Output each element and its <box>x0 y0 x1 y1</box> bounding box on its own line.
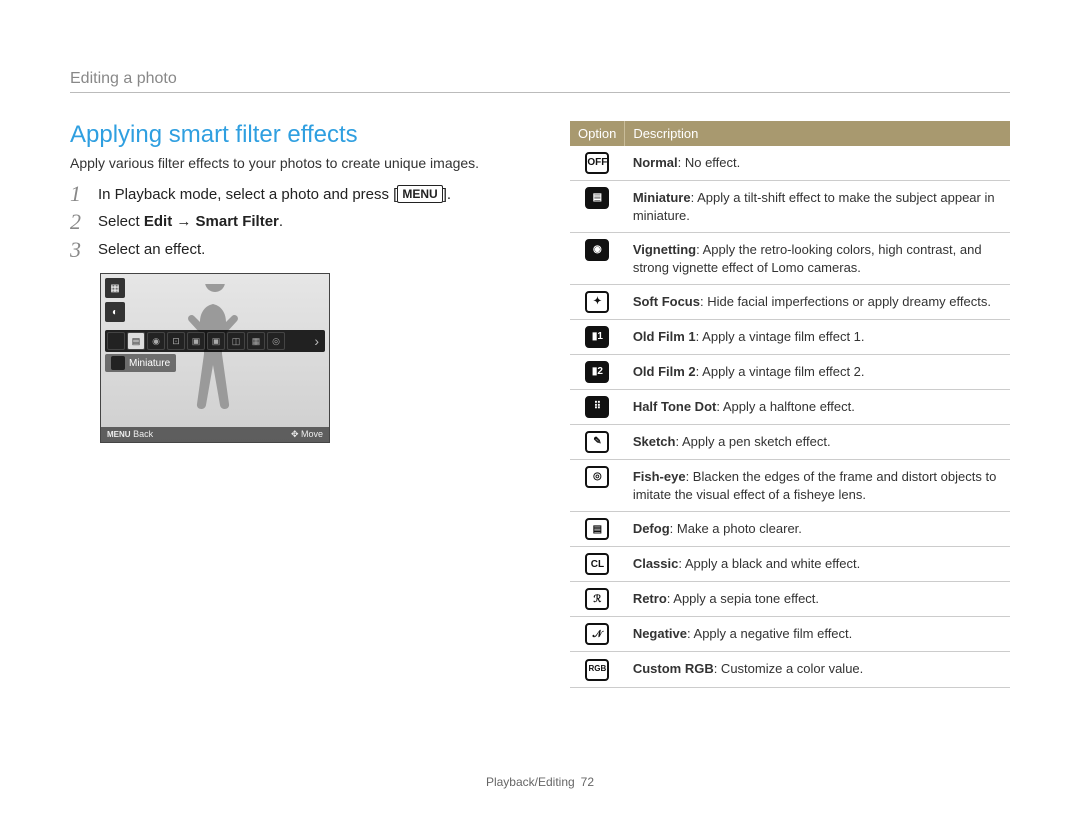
th-option: Option <box>570 121 625 146</box>
negative-icon: 𝒩 <box>585 623 609 645</box>
table-row: ✎ Sketch: Apply a pen sketch effect. <box>570 425 1010 460</box>
th-description: Description <box>625 121 1010 146</box>
step-2-text: Select Edit → Smart Filter. <box>98 213 283 230</box>
retro-icon: ℛ <box>585 588 609 610</box>
breadcrumb: Editing a photo <box>70 70 1010 93</box>
camera-screenshot: ▦ ◐ ▤ ◉ ⊡ ▣ ▣ ◫ ▦ ◎ › Miniature <box>100 273 330 443</box>
halftone-icon: ⠿ <box>585 396 609 418</box>
filter-icon <box>107 332 125 350</box>
miniature-icon <box>111 356 125 370</box>
filter-icon: ◫ <box>227 332 245 350</box>
table-row: ◎ Fish-eye: Blacken the edges of the fra… <box>570 460 1010 512</box>
sidebar-icon: ▦ <box>105 278 125 298</box>
custom-rgb-icon: RGB <box>585 659 609 681</box>
filter-icon: ⊡ <box>167 332 185 350</box>
menu-key: MENU <box>397 185 442 203</box>
child-silhouette <box>180 284 250 424</box>
cam-move: ✥ Move <box>291 429 323 440</box>
cam-back: MENU Back <box>107 429 153 440</box>
page-footer: Playback/Editing72 <box>0 775 1080 789</box>
step-number: 2 <box>70 211 86 233</box>
table-row: ⠿ Half Tone Dot: Apply a halftone effect… <box>570 390 1010 425</box>
old-film-2-icon: ▮2 <box>585 361 609 383</box>
table-row: ▮1 Old Film 1: Apply a vintage film effe… <box>570 320 1010 355</box>
sidebar-icon: ◐ <box>105 302 125 322</box>
old-film-1-icon: ▮1 <box>585 326 609 348</box>
soft-focus-icon: ✦ <box>585 291 609 313</box>
step-number: 1 <box>70 183 86 205</box>
filter-icon: ▦ <box>247 332 265 350</box>
more-icon: › <box>310 333 323 349</box>
filter-icon: ◎ <box>267 332 285 350</box>
step-1-text: In Playback mode, select a photo and pre… <box>98 185 451 203</box>
filter-options-table: Option Description OFF Normal: No effect… <box>570 121 1010 688</box>
table-row: 𝒩 Negative: Apply a negative film effect… <box>570 617 1010 652</box>
selected-filter-label: Miniature <box>105 354 176 372</box>
intro-text: Apply various filter effects to your pho… <box>70 155 510 171</box>
table-row: ▮2 Old Film 2: Apply a vintage film effe… <box>570 355 1010 390</box>
filter-icon: ▣ <box>207 332 225 350</box>
fisheye-icon: ◎ <box>585 466 609 488</box>
filter-icon: ▣ <box>187 332 205 350</box>
step-number: 3 <box>70 239 86 261</box>
defog-icon: ▤ <box>585 518 609 540</box>
section-title: Applying smart filter effects <box>70 121 510 149</box>
normal-icon: OFF <box>585 152 609 174</box>
sketch-icon: ✎ <box>585 431 609 453</box>
classic-icon: CL <box>585 553 609 575</box>
table-row: ✦ Soft Focus: Hide facial imperfections … <box>570 285 1010 320</box>
vignetting-icon: ◉ <box>585 239 609 261</box>
table-row: ◉ Vignetting: Apply the retro-looking co… <box>570 233 1010 285</box>
filter-icon-miniature: ▤ <box>127 332 145 350</box>
table-row: RGB Custom RGB: Customize a color value. <box>570 652 1010 687</box>
filter-icon-row: ▤ ◉ ⊡ ▣ ▣ ◫ ▦ ◎ › <box>105 330 325 352</box>
miniature-icon: ▤ <box>585 187 609 209</box>
table-row: CL Classic: Apply a black and white effe… <box>570 547 1010 582</box>
filter-icon: ◉ <box>147 332 165 350</box>
table-row: ℛ Retro: Apply a sepia tone effect. <box>570 582 1010 617</box>
table-row: OFF Normal: No effect. <box>570 146 1010 181</box>
table-row: ▤ Defog: Make a photo clearer. <box>570 512 1010 547</box>
table-row: ▤ Miniature: Apply a tilt-shift effect t… <box>570 181 1010 233</box>
step-3-text: Select an effect. <box>98 241 205 258</box>
